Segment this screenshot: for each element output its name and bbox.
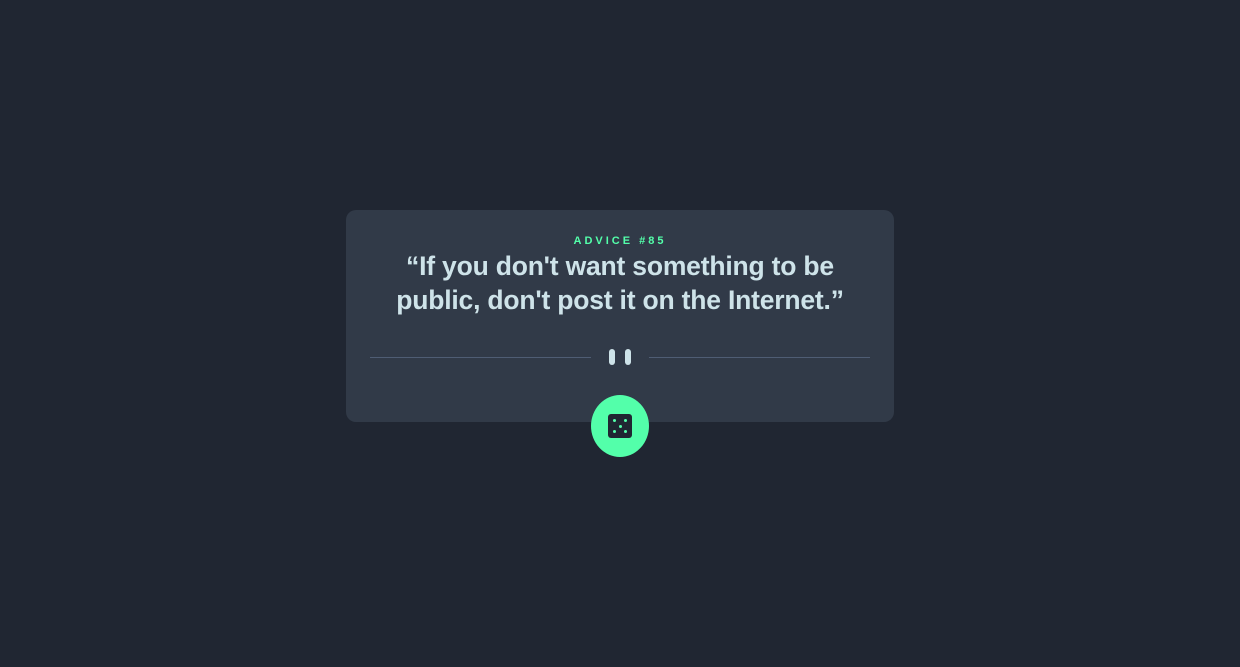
- divider-line-left: [370, 357, 591, 358]
- divider-line-right: [649, 357, 870, 358]
- new-advice-button[interactable]: [591, 395, 649, 457]
- divider: [370, 347, 870, 367]
- advice-number: ADVICE #85: [573, 235, 667, 247]
- dice-icon: [608, 414, 632, 438]
- advice-quote: “If you don't want something to be publi…: [396, 251, 844, 315]
- pause-icon: [608, 347, 632, 367]
- advice-card: ADVICE #85 “If you don't want something …: [346, 210, 894, 422]
